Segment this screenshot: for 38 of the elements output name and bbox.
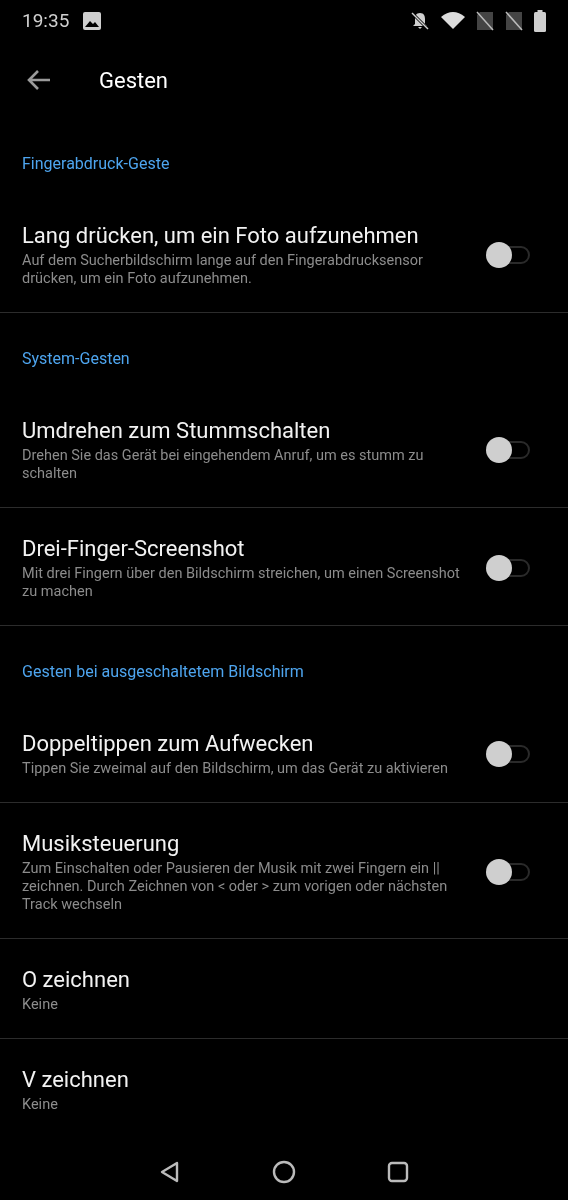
setting-description: Drehen Sie das Gerät bei eingehendem Anruf, um es stumm zu schalten [22,447,425,483]
settings-row[interactable]: Musiksteuerung Zum Einschalten oder Pausieren der Musik mit zwei Fingern ein || zeichnen. Durch Zeichnen von < oder > zum vorigen oder nächsten Track wechseln [0,802,568,938]
setting-description: Auf dem Sucherbildschirm lange auf den Fingerabdrucksensor drücken, um ein Foto aufzunehmen. [22,252,424,288]
setting-value: Keine [22,996,59,1014]
image-icon [83,12,102,30]
no-sim-icon [505,11,523,31]
setting-description: Zum Einschalten oder Pausieren der Musik mit zwei Fingern ein || zeichnen. Durch Zeichnen von < oder > zum vorigen oder nächsten Track wechseln [22,860,449,914]
wifi-icon [441,11,465,31]
muted-bell-icon [410,11,430,31]
settings-row[interactable]: Umdrehen zum Stummschalten Drehen Sie das Gerät bei eingehendem Anruf, um es stumm zu schalten [0,390,568,507]
setting-description: Tippen Sie zweimal auf den Bildschirm, um das Gerät zu aktivieren [22,760,449,778]
section-heading: System-Gesten [22,349,131,369]
setting-title: Doppeltippen zum Aufwecken [22,730,315,758]
toggle-switch[interactable] [486,437,530,463]
setting-title: Lang drücken, um ein Foto aufzunehmen [22,222,420,250]
settings-row[interactable]: O zeichnen Keine [0,938,568,1038]
no-sim-icon [476,11,494,31]
settings-row[interactable]: Lang drücken, um ein Foto aufzunehmen Auf dem Sucherbildschirm lange auf den Fingerabdrucksensor drücken, um ein Foto aufzunehmen. [0,195,568,312]
settings-row[interactable]: Drei-Finger-Screenshot Mit drei Fingern über den Bildschirm streichen, um einen Screenshot zu machen [0,507,568,625]
setting-title: V zeichnen [22,1066,130,1094]
section-heading: Gesten bei ausgeschaltetem Bildschirm [22,662,305,682]
status-time: 19:35 [22,7,70,34]
page-title: Gesten [99,66,169,95]
toggle-switch[interactable] [486,859,530,885]
battery-icon [534,10,546,32]
setting-title: Umdrehen zum Stummschalten [22,417,332,445]
toggle-switch[interactable] [486,741,530,767]
setting-value: Keine [22,1096,59,1114]
home-nav-button[interactable] [270,1158,298,1186]
settings-row[interactable]: V zeichnen Keine [0,1038,568,1138]
setting-title: Drei-Finger-Screenshot [22,535,246,563]
setting-title: O zeichnen [22,966,131,994]
section-heading: Fingerabdruck-Geste [22,154,171,174]
toggle-switch[interactable] [486,242,530,268]
setting-description: Mit drei Fingern über den Bildschirm streichen, um einen Screenshot zu machen [22,565,461,601]
settings-row[interactable]: Doppeltippen zum Aufwecken Tippen Sie zweimal auf den Bildschirm, um das Gerät zu aktivieren [0,703,568,802]
setting-title: Musiksteuerung [22,830,181,858]
toggle-switch[interactable] [486,555,530,581]
